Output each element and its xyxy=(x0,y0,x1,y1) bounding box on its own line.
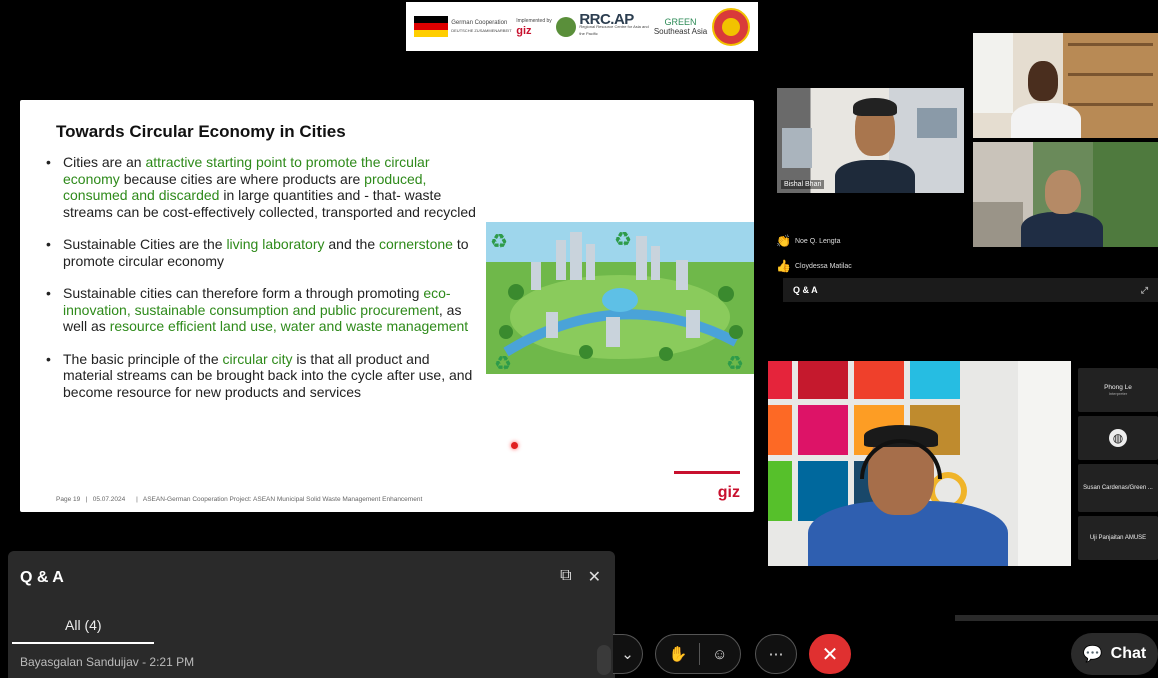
video-tile-main-speaker[interactable] xyxy=(768,361,1071,566)
highlighted-text: circular city xyxy=(222,350,293,367)
sponsor-logo-banner: German Cooperation DEUTSCHE ZUSAMMENARBE… xyxy=(406,2,758,51)
circular-city-illustration: ♻ ♻ ♻ ♻ xyxy=(486,222,754,374)
clap-icon: 👏 xyxy=(776,234,791,248)
video-tile-speaker-1[interactable]: Bishal Bhari xyxy=(777,88,964,193)
svg-text:♻: ♻ xyxy=(726,351,744,374)
thumbs-up-icon: 👍 xyxy=(776,259,791,273)
bullet-text: Sustainable Cities are the xyxy=(63,236,227,252)
green-label: GREEN xyxy=(664,17,697,27)
bullet-text: Cities are an xyxy=(63,154,146,170)
chat-button-label: Chat xyxy=(1110,645,1147,662)
close-icon[interactable]: ✕ xyxy=(588,567,601,587)
leave-meeting-button[interactable]: ✕ xyxy=(809,634,851,674)
giz-implemented-logo: Implemented by giz xyxy=(516,18,552,37)
participant-uji-panjaitan[interactable]: Uji Panjaitan AMUSE xyxy=(1078,516,1158,560)
audio-options-button[interactable]: ⌄ xyxy=(613,634,643,674)
panel-scroll-track xyxy=(955,615,1158,621)
qa-message-header: Bayasgalan Sanduijav - 2:21 PM xyxy=(20,655,195,669)
bullet-text: and the xyxy=(324,236,379,252)
reaction-name: Noe Q. Lengta xyxy=(794,237,841,245)
rrc-ap-logo: RRC.AP Regional Resource Centre for Asia… xyxy=(556,11,649,37)
reaction-2: 👍 Cloydessa Matilac xyxy=(776,259,852,273)
slide-bullet: Sustainable Cities are the living labora… xyxy=(40,236,480,269)
pop-out-icon[interactable]: ⧉ xyxy=(560,567,571,587)
hand-icon: ✋ xyxy=(668,646,688,663)
german-cooperation-logo: German Cooperation DEUTSCHE ZUSAMMENARBE… xyxy=(414,15,512,38)
svg-text:♻: ♻ xyxy=(490,229,508,253)
participant-name: Uji Panjaitan AMUSE xyxy=(1089,535,1147,541)
user-avatar-icon: ◍ xyxy=(1109,429,1127,447)
giz-logo-text: giz xyxy=(717,484,740,501)
german-cooperation-label: German Cooperation xyxy=(451,19,508,26)
qa-panel: Q & A ⧉ ✕ All (4) Bayasgalan Sanduijav -… xyxy=(8,551,615,678)
slide-bullet-list: Cities are an attractive starting point … xyxy=(40,154,480,416)
participant-susan-cardenas[interactable]: Susan Cardenas/Green ... xyxy=(1078,464,1158,512)
chevron-down-icon: ⌄ xyxy=(621,646,634,663)
participant-name: Susan Cardenas/Green ... xyxy=(1083,485,1153,491)
video-tile-speaker-2[interactable] xyxy=(973,33,1158,138)
more-options-button[interactable]: ⋯ xyxy=(755,634,797,674)
raise-hand-button[interactable]: ✋ ☺ xyxy=(655,634,741,674)
rrc-label: RRC.AP xyxy=(579,11,634,28)
video-tile-speaker-3[interactable] xyxy=(973,142,1158,247)
expand-icon[interactable]: ⤢ xyxy=(1141,285,1148,296)
reaction-name: Cloydessa Matilac xyxy=(794,262,852,270)
highlighted-text: living laboratory xyxy=(226,236,325,252)
chat-bubble-icon: 💬 xyxy=(1082,646,1103,663)
green-destinations-logo: GREEN Southeast Asia xyxy=(654,17,707,36)
bullet-text: because cities are where products are xyxy=(119,170,365,187)
bullet-text: Sustainable cities can therefore form a … xyxy=(63,285,424,301)
more-icon: ⋯ xyxy=(768,646,784,663)
qa-panel-title: Q & A xyxy=(20,569,64,586)
slide-bullet: Sustainable cities can therefore form a … xyxy=(40,285,480,335)
svg-text:♻: ♻ xyxy=(494,351,512,374)
german-flag-icon xyxy=(414,15,449,38)
qa-mini-label: Q & A xyxy=(793,285,818,295)
qa-mini-bar[interactable]: Q & A ⤢ xyxy=(783,278,1158,302)
participant-avatar[interactable]: ◍ xyxy=(1078,416,1158,460)
green-sub: Southeast Asia xyxy=(653,27,708,36)
active-tab-indicator xyxy=(12,642,154,644)
qa-tab-all[interactable]: All (4) xyxy=(65,617,102,633)
slide-bullet: The basic principle of the circular city… xyxy=(40,351,480,401)
bullet-text: The basic principle of the xyxy=(63,350,223,367)
svg-text:♻: ♻ xyxy=(614,227,632,251)
asean-emblem-icon xyxy=(711,7,750,46)
laser-pointer xyxy=(511,442,518,449)
reactions-icon: ☺ xyxy=(712,645,728,663)
slide-footer: Page 19 | 05.07.2024 | ASEAN-German Coop… xyxy=(56,496,423,503)
slide-bullet: Cities are an attractive starting point … xyxy=(40,154,480,220)
participant-name: Phong Le xyxy=(1104,384,1132,391)
chat-button[interactable]: 💬 Chat xyxy=(1071,633,1158,675)
participant-role: Interpreter xyxy=(1108,391,1128,396)
participant-name-tag: Bishal Bhari xyxy=(781,180,825,189)
giz-small-logo: giz xyxy=(516,25,532,37)
highlighted-text: cornerstone xyxy=(379,236,453,252)
german-cooperation-sub: DEUTSCHE ZUSAMMENARBEIT xyxy=(451,27,512,33)
implemented-by-label: Implemented by xyxy=(516,18,552,24)
participant-phong-le[interactable]: Phong Le Interpreter xyxy=(1078,368,1158,412)
highlighted-text: resource efficient land use, water and w… xyxy=(109,318,469,334)
giz-logo: giz xyxy=(674,471,740,502)
leave-icon: ✕ xyxy=(821,643,839,666)
rrc-sub: Regional Resource Centre for Asia and th… xyxy=(579,24,649,36)
globe-icon xyxy=(556,16,577,37)
shared-presentation-slide: Towards Circular Economy in Cities Citie… xyxy=(20,100,754,512)
qa-scrollbar[interactable] xyxy=(597,645,611,675)
reaction-1: 👏 Noe Q. Lengta xyxy=(776,234,840,248)
slide-title: Towards Circular Economy in Cities xyxy=(56,122,346,141)
